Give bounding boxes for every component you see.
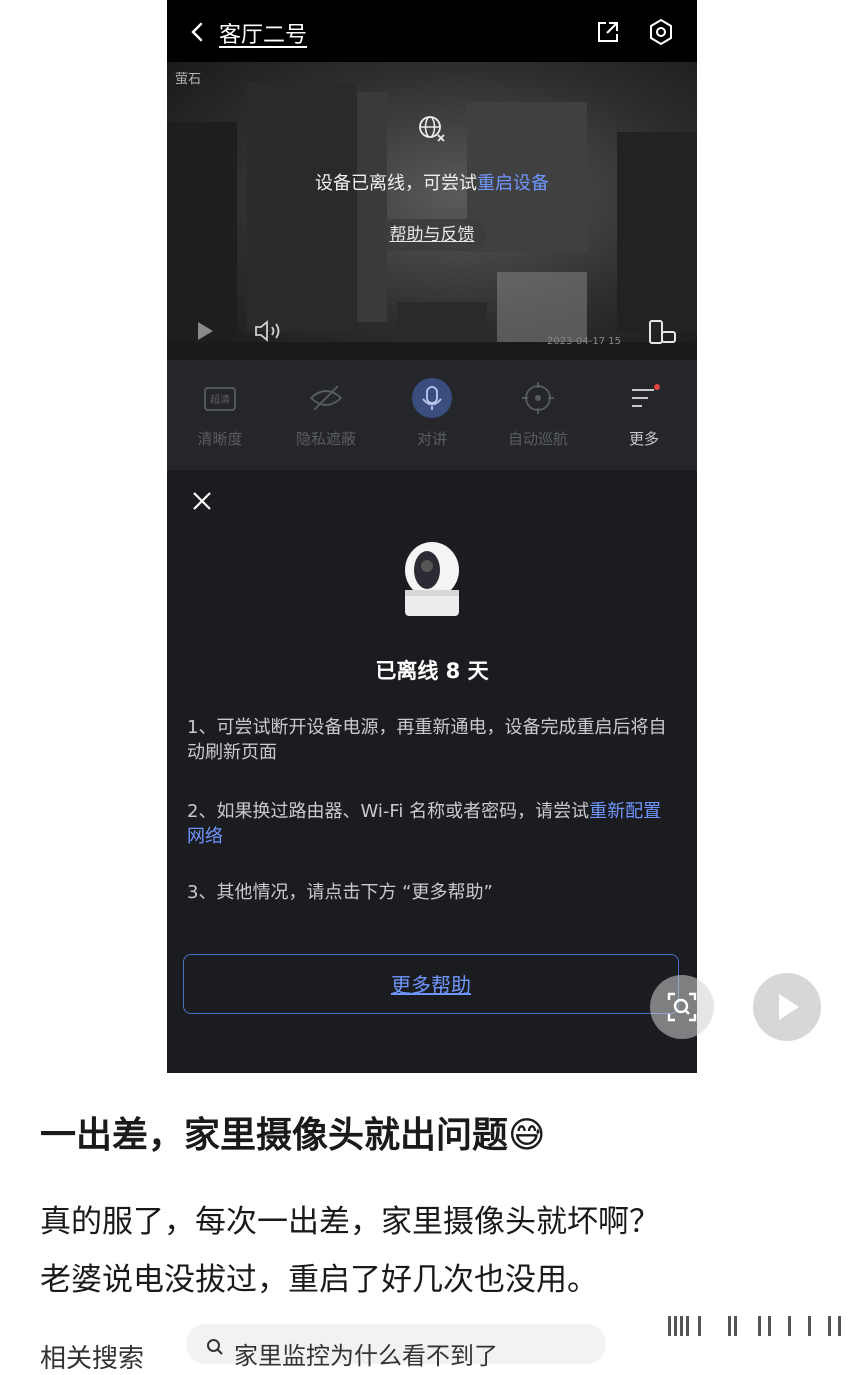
- mic-icon: [412, 378, 452, 418]
- eye-off-icon: [306, 378, 346, 418]
- related-search-query: 家里监控为什么看不到了: [234, 1342, 498, 1370]
- room-scene-image: [167, 82, 697, 360]
- control-label: 更多: [628, 430, 659, 448]
- control-toolbar: 超清 清晰度 隐私遮蔽 对讲 自动巡航 更多: [167, 360, 697, 470]
- offline-globe-icon: [419, 116, 445, 142]
- crosshair-icon: [518, 378, 558, 418]
- tip-1: 1、可尝试断开设备电源，再重新通电，设备完成重启后将自动刷新页面: [187, 717, 667, 763]
- camera-video-feed[interactable]: 萤石 设备已离线，可尝试重启设备 帮助与反馈 2023-04-17 15: [167, 62, 697, 360]
- control-label: 自动巡航: [507, 430, 568, 448]
- offline-text: 设备已离线，可尝试: [315, 173, 477, 194]
- search-icon: [207, 1339, 223, 1355]
- more-help-button[interactable]: 更多帮助: [183, 954, 679, 1014]
- more-icon: [624, 378, 664, 418]
- control-clarity[interactable]: 超清 清晰度: [175, 378, 265, 449]
- settings-gear-icon[interactable]: [647, 18, 675, 46]
- camera-device-image: [405, 542, 459, 616]
- top-bar: 客厅二号: [167, 0, 697, 62]
- image-search-button[interactable]: [650, 975, 714, 1039]
- play-button[interactable]: [753, 973, 821, 1041]
- page-title: 客厅二号: [219, 23, 308, 48]
- play-icon[interactable]: [195, 320, 215, 342]
- related-search-chip[interactable]: 家里监控为什么看不到了: [186, 1324, 606, 1370]
- notification-dot: [654, 384, 660, 390]
- control-label: 隐私遮蔽: [295, 430, 356, 448]
- control-label: 清晰度: [197, 430, 243, 448]
- control-intercom[interactable]: 对讲: [387, 378, 477, 449]
- control-label: 对讲: [416, 430, 447, 448]
- screen-rotate-icon[interactable]: [647, 318, 677, 346]
- hd-icon-text: 超清: [210, 393, 230, 406]
- brand-watermark: 萤石: [175, 72, 202, 87]
- control-more[interactable]: 更多: [599, 378, 689, 449]
- phone-screenshot: 客厅二号 萤石 设备已离线，可尝试重启设备 帮助与反馈 2023-04-17 1…: [167, 0, 697, 1073]
- volume-icon[interactable]: [253, 318, 285, 344]
- restart-device-link[interactable]: 重启设备: [477, 173, 549, 194]
- help-feedback-button[interactable]: 帮助与反馈: [377, 219, 487, 251]
- control-auto-cruise[interactable]: 自动巡航: [493, 378, 583, 449]
- offline-help-sheet: 已离线 8 天 1、可尝试断开设备电源，再重新通电，设备完成重启后将自动刷新页面…: [167, 470, 697, 1073]
- tip-3: 3、其他情况，请点击下方 “更多帮助”: [187, 882, 493, 903]
- hd-icon: 超清: [200, 378, 240, 418]
- offline-days: 已离线 8 天: [375, 659, 489, 683]
- close-icon[interactable]: [191, 490, 213, 512]
- play-icon: [779, 994, 799, 1020]
- share-icon[interactable]: [595, 19, 621, 45]
- related-search-label: 相关搜索: [40, 1344, 145, 1374]
- tip-2: 2、如果换过路由器、Wi-Fi 名称或者密码，请尝试重新配置网络: [187, 799, 677, 849]
- back-icon[interactable]: [185, 18, 211, 46]
- control-privacy-mask[interactable]: 隐私遮蔽: [281, 378, 371, 449]
- post-body-line-2: 老婆说电没拔过，重启了好几次也没用。: [40, 1262, 598, 1298]
- post-body-line-1: 真的服了，每次一出差，家里摄像头就坏啊？: [40, 1204, 660, 1240]
- lens-search-icon: [667, 992, 697, 1022]
- offline-message: 设备已离线，可尝试重启设备: [167, 169, 697, 195]
- tip-2-text: 2、如果换过路由器、Wi-Fi 名称或者密码，请尝试: [187, 801, 590, 822]
- watermark-stripes: [668, 1316, 841, 1336]
- video-timestamp: 2023-04-17 15: [547, 336, 622, 347]
- post-title: 一出差，家里摄像头就出问题😅: [40, 1115, 546, 1156]
